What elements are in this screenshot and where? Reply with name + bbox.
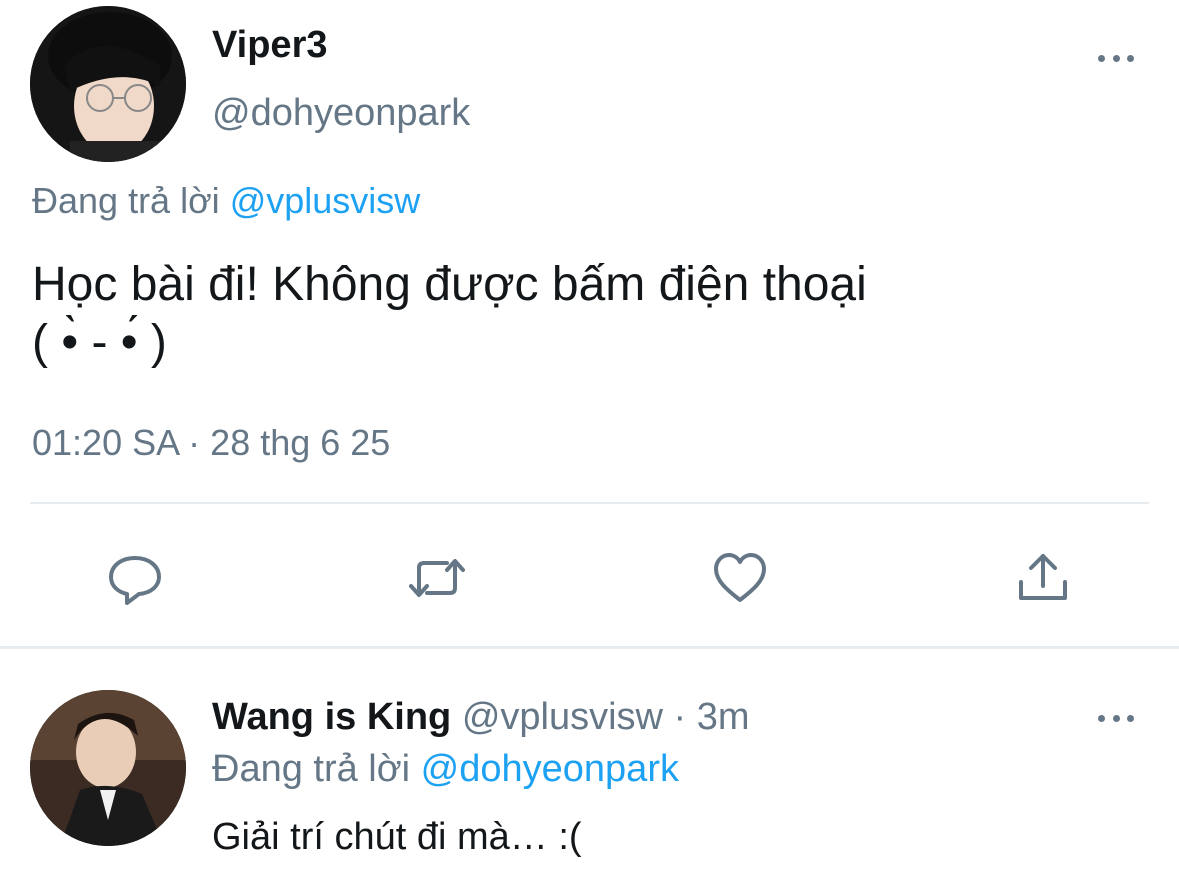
reply-display-name[interactable]: Wang is King [212,696,451,738]
reply-user-handle[interactable]: @vplusvisw [462,696,663,738]
display-name[interactable]: Viper3 [212,24,327,67]
reply-replying-to-line: Đang trả lời @dohyeonpark [212,748,679,791]
tweet-time: 01:20 SA [32,422,179,463]
heart-icon [714,553,766,602]
tweet-timestamp[interactable]: 01:20 SA · 28 thg 6 25 [32,422,390,464]
reply-header: Wang is King @vplusvisw · 3m [212,696,750,739]
section-divider [0,646,1179,649]
reply-button[interactable] [103,546,167,610]
tweet-detail-screen: Viper3 @dohyeonpark Đang trả lời @vplusv… [0,0,1179,886]
reply-more-options-button[interactable] [1096,708,1136,728]
reply-text: Giải trí chút đi mà… :( [212,816,582,858]
more-dots-icon [1098,714,1105,722]
reply-separator: · [673,696,687,738]
share-icon [1019,554,1067,600]
more-options-button[interactable] [1096,48,1136,68]
divider [30,502,1149,504]
retweet-icon [409,559,465,597]
reply-replying-to-label: Đang trả lời [212,748,411,790]
retweet-button[interactable] [405,546,469,610]
like-button[interactable] [708,546,772,610]
more-dots-icon [1098,54,1105,62]
reply-time[interactable]: 3m [697,696,750,738]
tweet-date: 28 thg 6 25 [210,422,391,463]
replying-to-line: Đang trả lời @vplusvisw [32,180,420,222]
avatar-image [30,6,186,162]
tweet-text-emoticon: ( •̀ - •́ ) [32,316,167,369]
tweet-text: Học bài đi! Không được bấm điện thoại ( … [32,256,1142,372]
avatar[interactable] [30,6,186,162]
reply-avatar-image [30,690,186,846]
replying-to-mention[interactable]: @vplusvisw [230,180,421,221]
reply-icon [109,556,161,605]
share-button[interactable] [1011,546,1075,610]
user-handle[interactable]: @dohyeonpark [212,92,470,135]
reply-replying-to-mention[interactable]: @dohyeonpark [421,748,679,790]
replying-to-label: Đang trả lời [32,180,220,221]
reply-avatar[interactable] [30,690,186,846]
meta-separator: · [188,422,201,463]
tweet-text-line: Học bài đi! Không được bấm điện thoại [32,258,867,311]
